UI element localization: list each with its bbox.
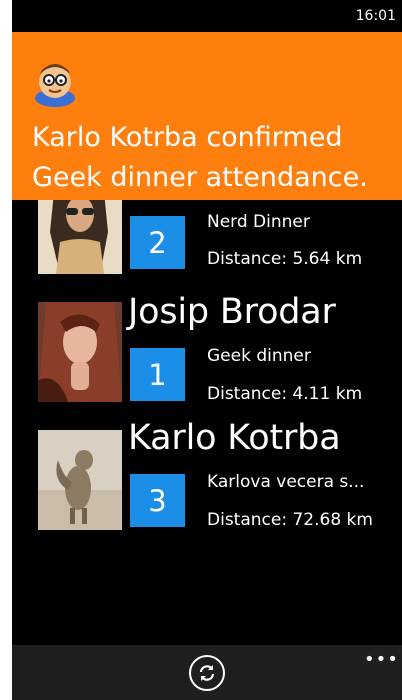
badge: 2 bbox=[130, 216, 185, 269]
ellipsis-icon[interactable]: ••• bbox=[364, 651, 399, 669]
woman-sunglasses-photo bbox=[38, 192, 122, 274]
event-name: Karlova vecera s... bbox=[207, 472, 365, 492]
status-bar: 16:01 bbox=[12, 0, 402, 30]
squirrel-photo bbox=[38, 430, 122, 530]
toast-line-2: Geek dinner attendance. bbox=[32, 162, 368, 193]
toast-line-1: Karlo Kotrba confirmed bbox=[32, 122, 343, 153]
toast-notification[interactable]: Karlo Kotrba confirmed Geek dinner atten… bbox=[12, 32, 402, 200]
distance: Distance: 4.11 km bbox=[207, 384, 363, 404]
phone-screen: 16:01 2 Nerd Dinner Distance: 5.64 km Jo… bbox=[12, 0, 402, 700]
person-name: Karlo Kotrba bbox=[128, 418, 341, 458]
person-name: Josip Brodar bbox=[128, 292, 336, 332]
refresh-icon[interactable] bbox=[189, 655, 225, 691]
badge: 1 bbox=[130, 348, 185, 401]
list-item[interactable]: Karlo Kotrba 3 Karlova vecera s... Dista… bbox=[12, 418, 402, 548]
list-item[interactable]: Josip Brodar 1 Geek dinner Distance: 4.1… bbox=[12, 292, 402, 422]
nerd-avatar-icon bbox=[35, 64, 75, 107]
toast-message: Karlo Kotrba confirmed Geek dinner atten… bbox=[32, 118, 398, 198]
clock: 16:01 bbox=[355, 8, 396, 24]
application-bar: ••• bbox=[12, 645, 402, 700]
badge: 3 bbox=[130, 474, 185, 527]
distance: Distance: 5.64 km bbox=[207, 249, 363, 269]
woman-red-hair-photo bbox=[38, 302, 122, 402]
event-name: Geek dinner bbox=[207, 346, 311, 366]
event-name: Nerd Dinner bbox=[207, 212, 310, 232]
distance: Distance: 72.68 km bbox=[207, 510, 373, 530]
refresh-glyph bbox=[199, 665, 215, 681]
